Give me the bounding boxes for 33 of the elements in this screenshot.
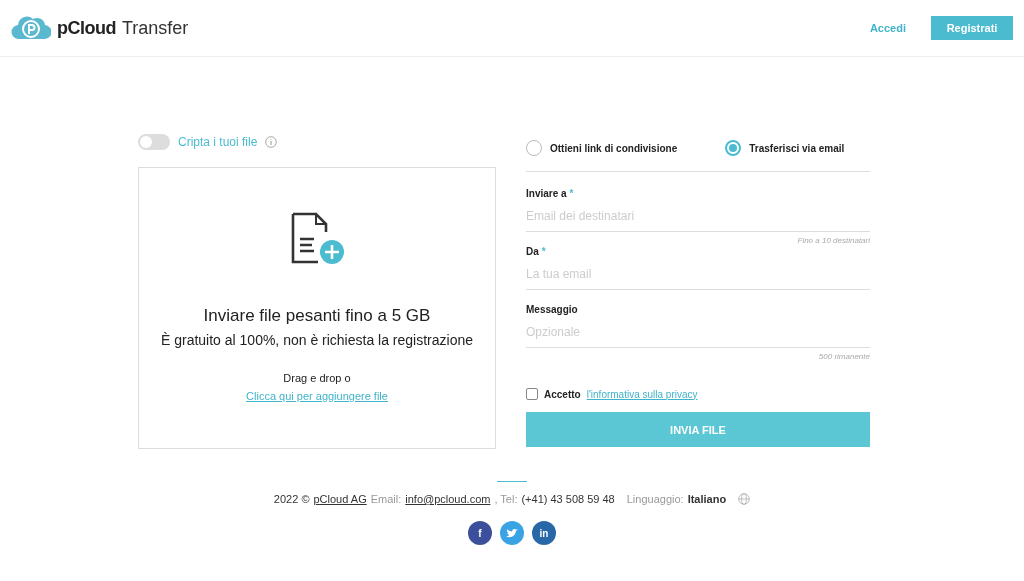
info-icon[interactable] — [265, 136, 278, 148]
encrypt-toggle[interactable] — [138, 134, 170, 150]
field-label: Da — [526, 246, 539, 257]
field-hint: 500 rimanente — [817, 352, 870, 362]
social-button[interactable]: in — [532, 521, 556, 545]
social-button[interactable]: f — [468, 521, 492, 545]
language-value[interactable]: Italiano — [687, 493, 727, 505]
accept-label: Accetto — [544, 388, 581, 400]
phone-number: (+41) 43 508 59 48 — [521, 493, 615, 505]
logo-icon — [11, 15, 51, 41]
language-label: Linguaggio: — [626, 493, 684, 505]
drop-zone[interactable]: Inviare file pesanti fino a 5 GB È gratuito al 100%, non è richiesta la registrazione Drag e drop o Clicca qui per aggiungere file — [138, 167, 496, 449]
mode-radio[interactable]: Ottieni link di condivisione — [526, 140, 678, 156]
field-label: Messaggio — [526, 304, 578, 315]
copyright-year: 2022 © — [273, 493, 310, 505]
field-hint: Fino a 10 destinatari — [796, 236, 870, 246]
brand-name: pCloud — [57, 17, 116, 39]
tel-label: , Tel: — [494, 493, 518, 505]
required-mark: * — [541, 246, 546, 257]
field-label: Inviare a — [526, 188, 567, 199]
required-mark: * — [569, 188, 574, 199]
drag-drop-text: Drag e drop o — [283, 372, 351, 384]
globe-icon[interactable] — [738, 493, 751, 505]
email-label: Email: — [370, 493, 402, 505]
dropzone-title: Inviare file pesanti fino a 5 GB — [203, 306, 431, 326]
company-link[interactable]: pCloud AG — [313, 493, 367, 505]
bird-icon[interactable] — [500, 521, 524, 545]
encrypt-label: Cripta i tuoi file — [178, 135, 258, 149]
product-name: Transfer — [122, 17, 189, 39]
email-link[interactable]: info@pcloud.com — [405, 493, 491, 505]
dropzone-subtitle: È gratuito al 100%, non è richiesta la registrazione — [160, 332, 474, 348]
mode-radio[interactable]: Trasferisci via email — [725, 140, 845, 156]
privacy-checkbox[interactable] — [526, 388, 538, 400]
